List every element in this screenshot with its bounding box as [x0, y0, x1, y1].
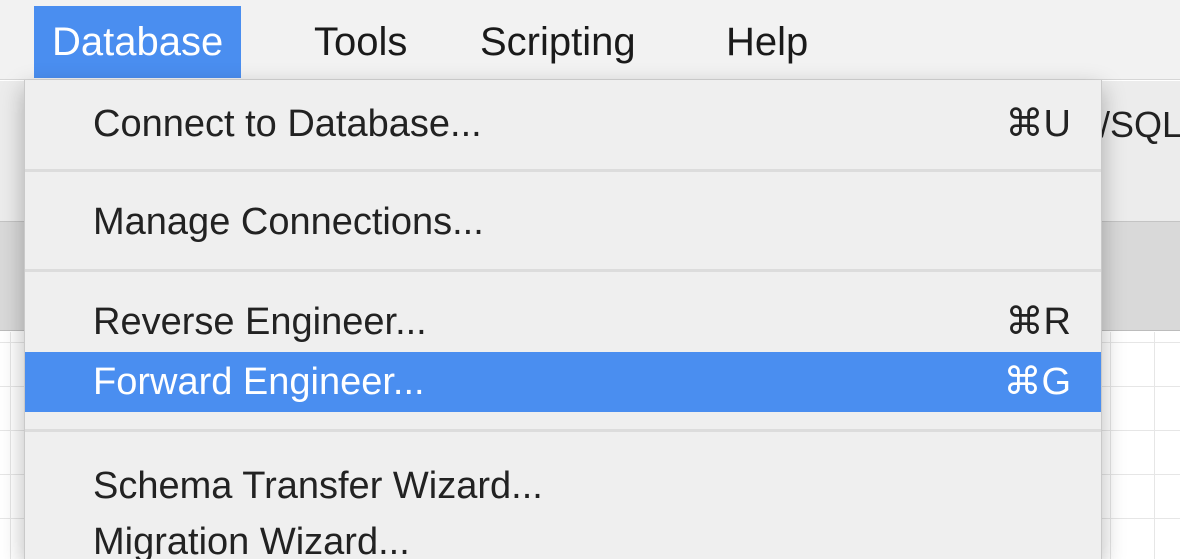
menu-separator: [25, 429, 1101, 432]
menu-item-migration-wizard[interactable]: Migration Wizard...: [25, 512, 1101, 559]
menu-item-label: Manage Connections...: [93, 201, 484, 243]
menu-item-shortcut: ⌘U: [1005, 103, 1071, 145]
background-window-title: /SQL: [1100, 104, 1180, 145]
menu-item-connect-to-database[interactable]: Connect to Database... ⌘U: [25, 94, 1101, 154]
menu-item-label: Connect to Database...: [93, 103, 482, 145]
menu-tools[interactable]: Tools: [296, 6, 425, 78]
menu-item-shortcut: ⌘G: [1003, 361, 1071, 403]
menu-bar: Database Tools Scripting Help: [0, 0, 1180, 80]
menu-item-label: Migration Wizard...: [93, 521, 410, 559]
menu-separator: [25, 269, 1101, 272]
menu-item-reverse-engineer[interactable]: Reverse Engineer... ⌘R: [25, 292, 1101, 352]
menu-item-forward-engineer[interactable]: Forward Engineer... ⌘G: [25, 352, 1101, 412]
menu-database[interactable]: Database: [34, 6, 242, 78]
database-dropdown-menu: Connect to Database... ⌘U Manage Connect…: [24, 80, 1102, 559]
menu-item-schema-transfer-wizard[interactable]: Schema Transfer Wizard...: [25, 456, 1101, 516]
menu-item-manage-connections[interactable]: Manage Connections...: [25, 192, 1101, 252]
menu-item-label: Schema Transfer Wizard...: [93, 465, 543, 507]
menu-separator: [25, 169, 1101, 172]
menu-item-label: Reverse Engineer...: [93, 301, 427, 343]
menu-help[interactable]: Help: [708, 6, 826, 78]
menu-scripting[interactable]: Scripting: [462, 6, 654, 78]
menu-item-label: Forward Engineer...: [93, 361, 425, 403]
menu-item-shortcut: ⌘R: [1005, 301, 1071, 343]
